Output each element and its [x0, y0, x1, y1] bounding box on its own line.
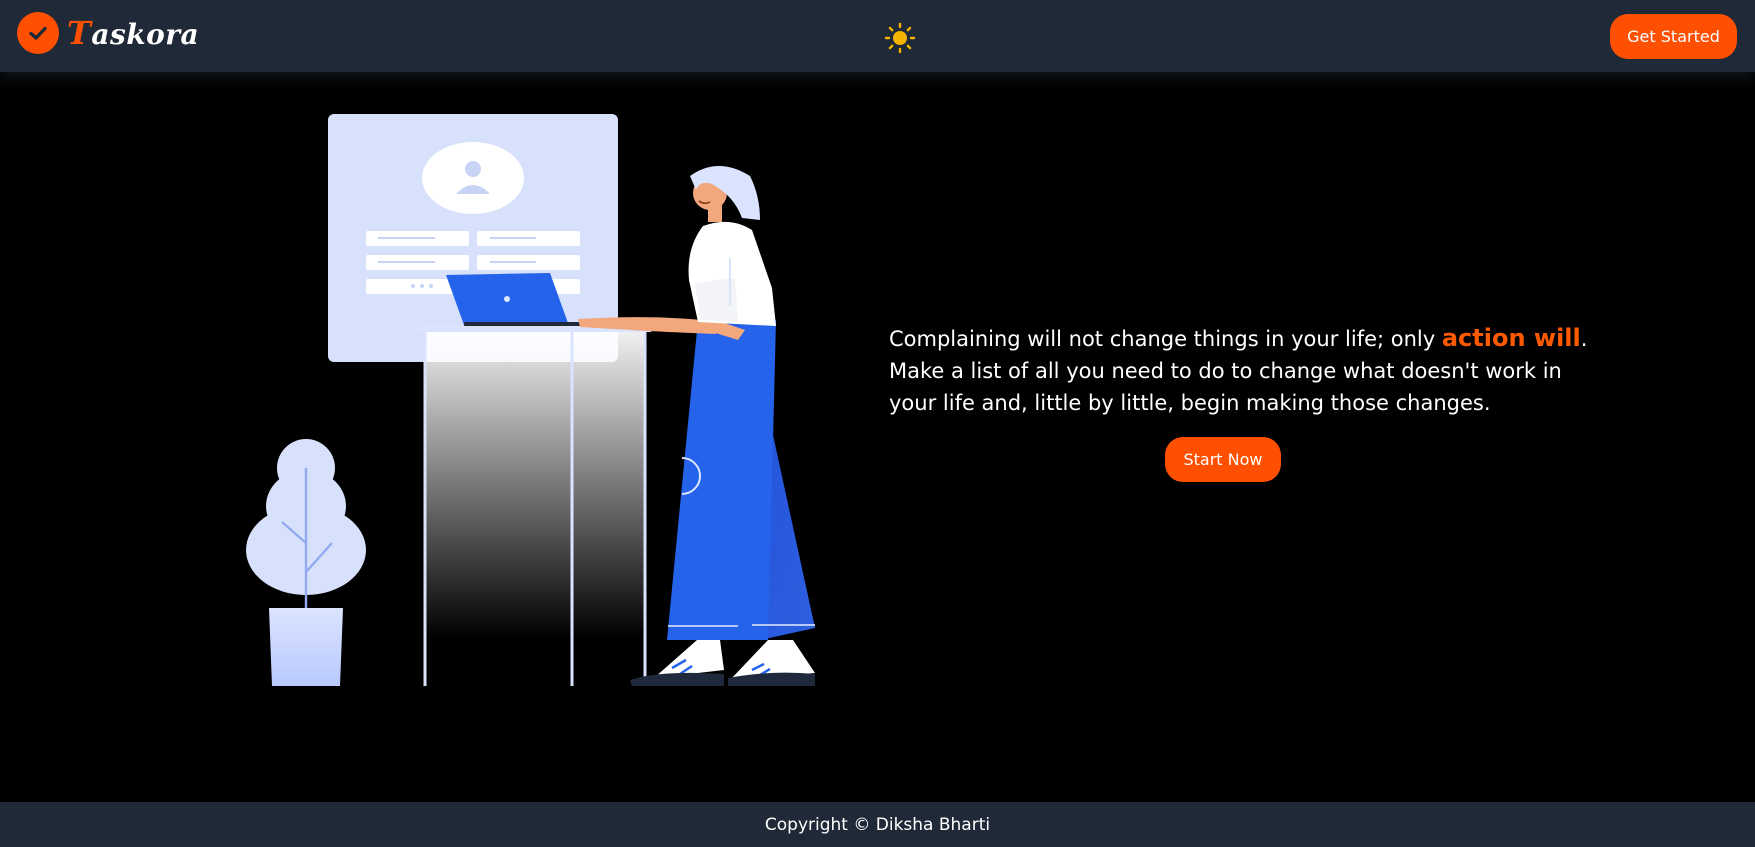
get-started-button[interactable]: Get Started	[1610, 14, 1737, 59]
sun-icon	[884, 22, 916, 54]
quote-text-start: Complaining will not change things in yo…	[889, 327, 1442, 351]
copyright-text: Copyright © Diksha Bharti	[764, 814, 991, 835]
brand-initial: T	[67, 14, 92, 52]
top-navbar: Taskora Get Started	[0, 0, 1755, 72]
brand-logo[interactable]: Taskora	[17, 12, 199, 54]
footer: Copyright © Diksha Bharti	[0, 802, 1755, 847]
hero-quote: Complaining will not change things in yo…	[889, 322, 1589, 419]
brand-name: Taskora	[67, 14, 199, 52]
quote-accent: action will	[1441, 324, 1581, 352]
checkmark-icon	[17, 12, 59, 54]
start-now-button[interactable]: Start Now	[1165, 437, 1281, 482]
theme-toggle-button[interactable]	[884, 22, 916, 54]
brand-rest: askora	[91, 18, 200, 51]
hero-illustration	[240, 108, 820, 693]
